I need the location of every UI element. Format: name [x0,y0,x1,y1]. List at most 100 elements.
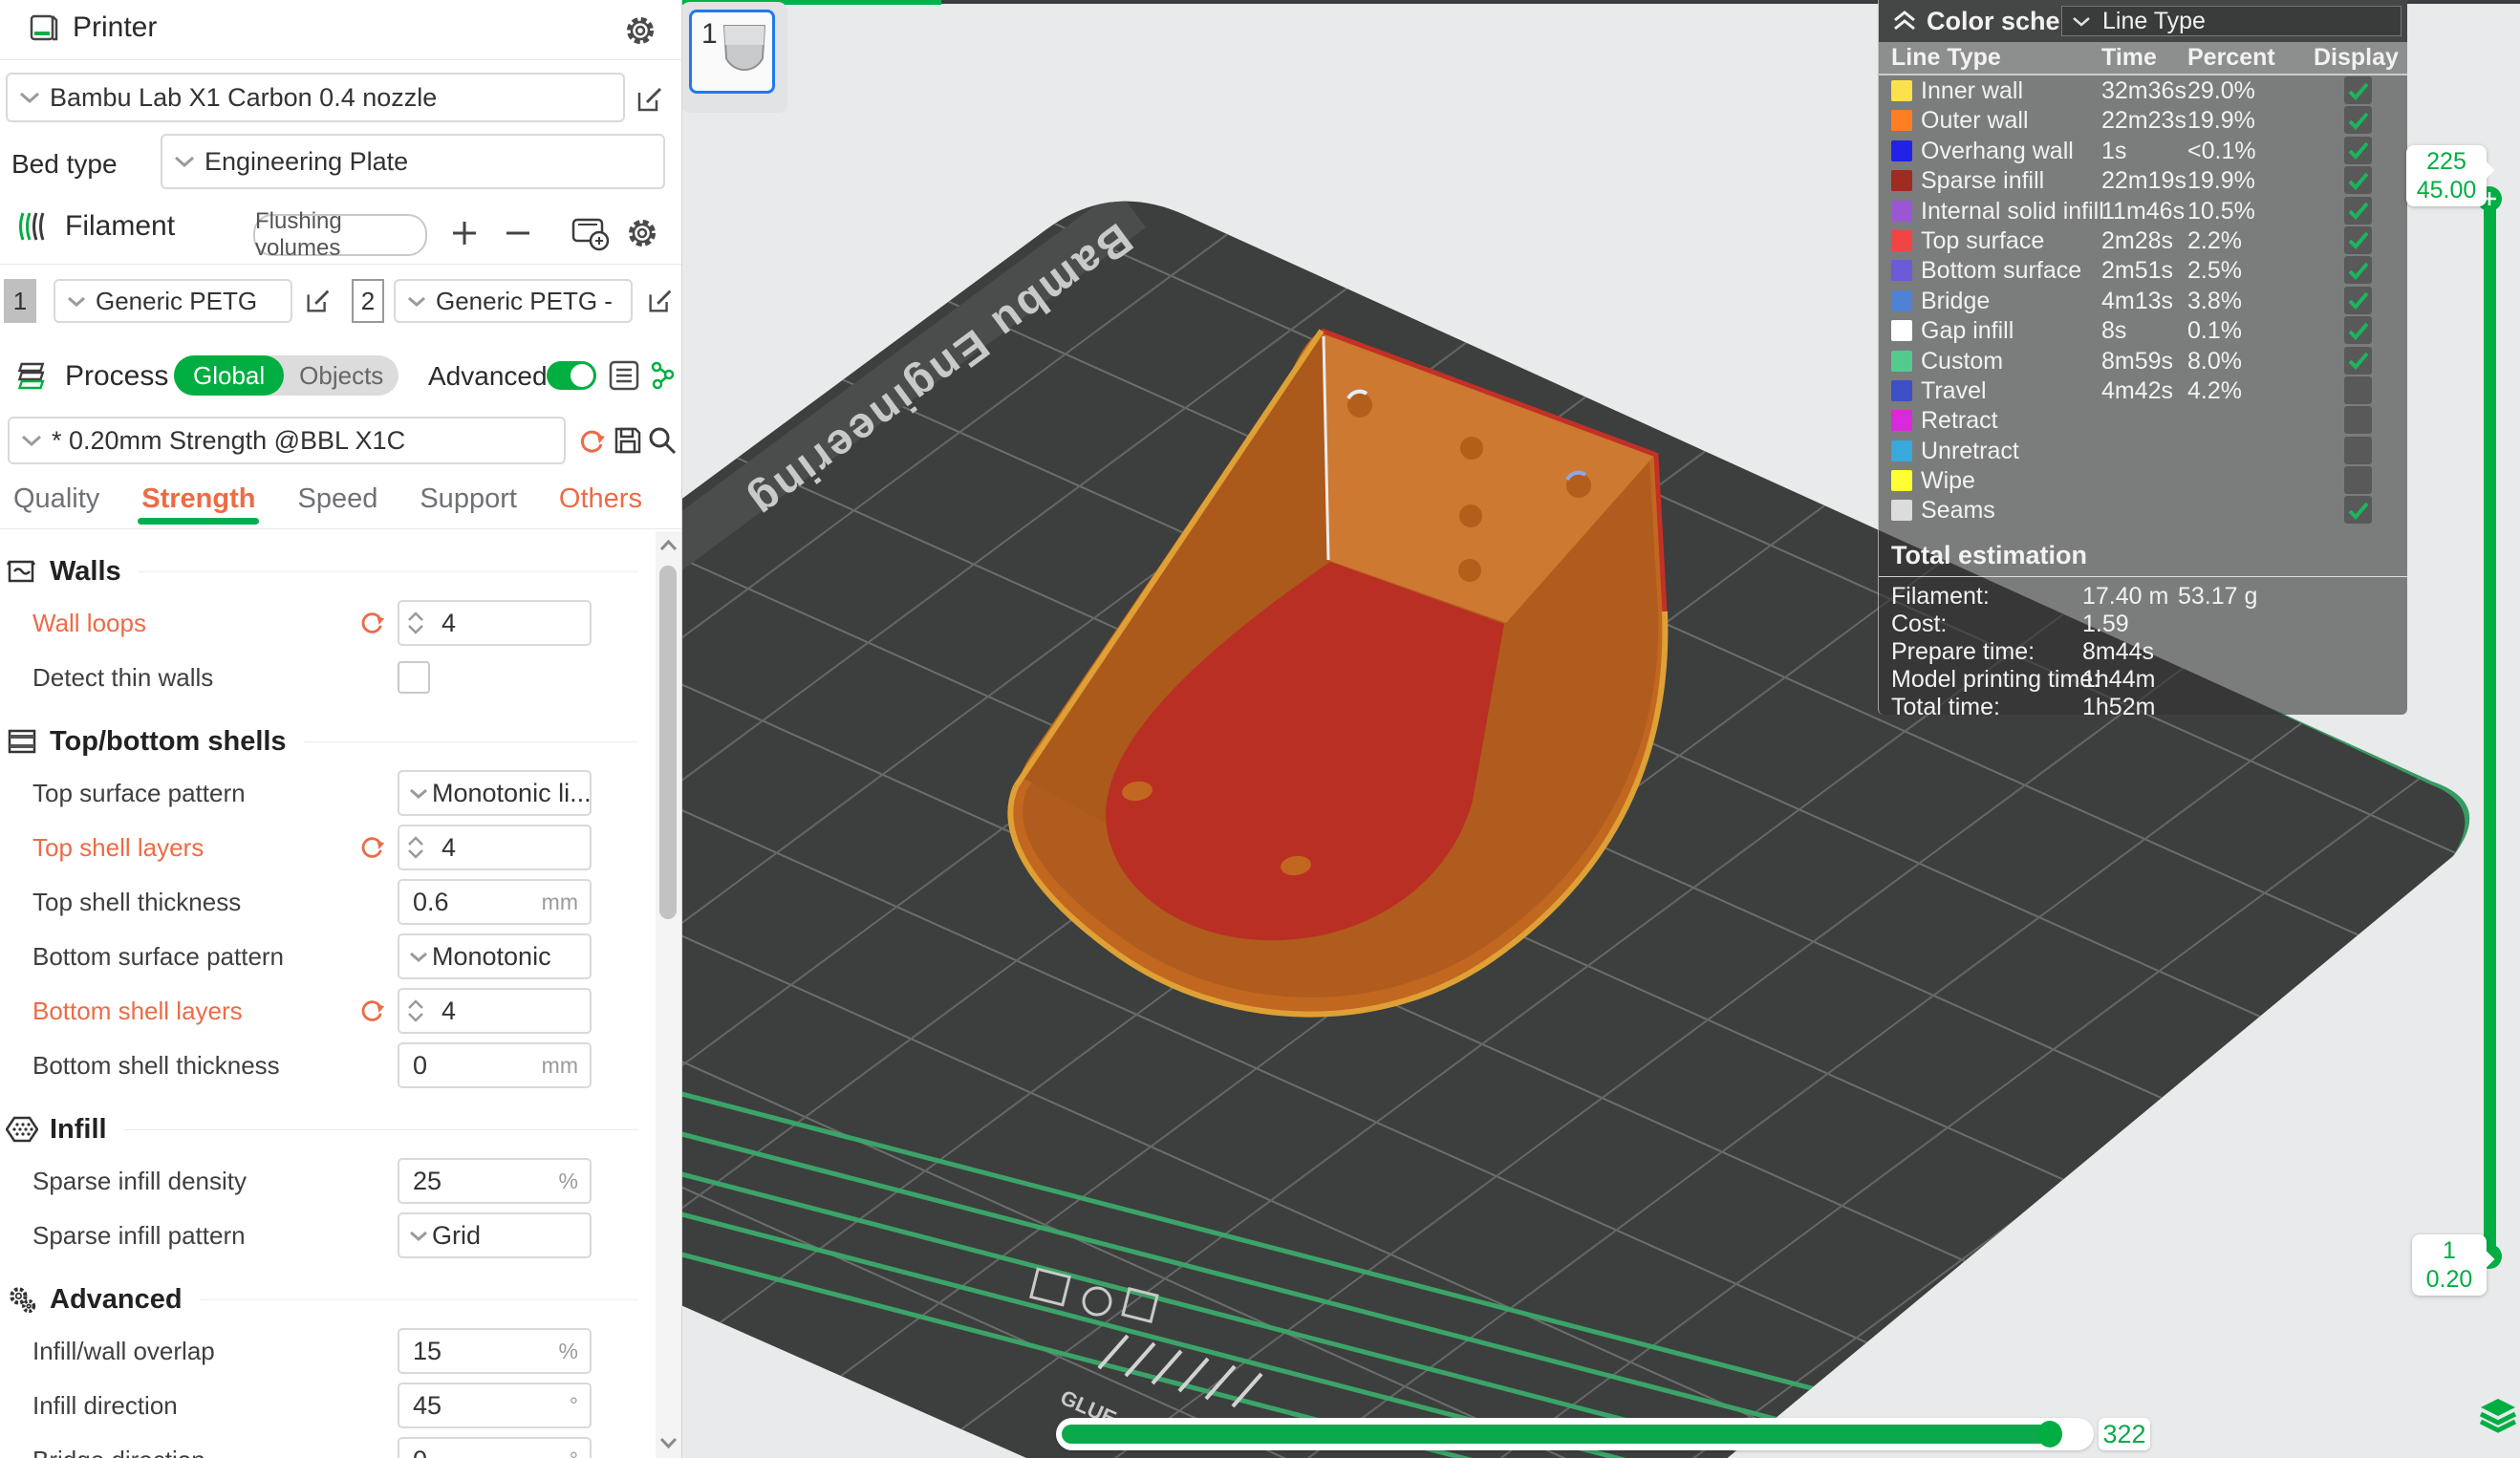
display-checkbox-retract[interactable] [2344,406,2372,434]
edit-filament-2-button[interactable] [642,283,678,319]
advanced-mode-toggle[interactable] [547,361,596,390]
setting-control-infill-wall-overlap[interactable]: 15% [398,1328,592,1374]
spinner-bottom-shell-layers[interactable]: 4 [398,988,592,1034]
select-sparse-infill-pattern[interactable]: Grid [398,1212,592,1258]
tab-strength[interactable]: Strength [141,483,255,523]
filament-1-badge[interactable]: 1 [4,279,36,323]
spinner-up-icon[interactable] [407,611,424,622]
scope-objects-option[interactable]: Objects [284,361,398,391]
compare-presets-button[interactable] [606,357,642,394]
display-checkbox-unretract[interactable] [2344,437,2372,464]
select-top-surface-pattern[interactable]: Monotonic li... [398,770,592,816]
flushing-volumes-button[interactable]: Flushing volumes [253,214,427,256]
setting-control-bottom-surface-pattern[interactable]: Monotonic [398,933,592,979]
collapse-icon[interactable] [1890,9,1919,33]
display-checkbox-internal-solid-infill[interactable] [2344,197,2372,225]
edit-printer-preset-button[interactable] [631,80,669,118]
spinner-up-icon[interactable] [407,999,424,1010]
setting-control-detect-thin-walls[interactable] [398,661,430,694]
save-preset-button[interactable] [612,424,644,457]
add-filament-button[interactable] [447,216,482,250]
display-checkbox-outer-wall[interactable] [2344,106,2372,134]
checkbox-detect-thin-walls[interactable] [398,661,430,694]
input-bottom-shell-thickness[interactable]: 0mm [398,1042,592,1088]
display-checkbox-seams[interactable] [2344,496,2372,524]
bed-type-select[interactable]: Engineering Plate [161,134,665,189]
remove-filament-button[interactable] [501,216,535,250]
reset-value-button[interactable] [357,608,386,641]
spinner-down-icon[interactable] [407,624,424,634]
display-checkbox-gap-infill[interactable] [2344,316,2372,344]
display-checkbox-top-surface[interactable] [2344,226,2372,254]
spinner-arrows[interactable] [407,611,424,634]
spinner-top-shell-layers[interactable]: 4 [398,825,592,870]
scrollbar-thumb[interactable] [659,566,677,919]
edit-filament-1-button[interactable] [300,283,336,319]
filament-2-number: 2 [361,287,375,316]
input-infill-wall-overlap[interactable]: 15% [398,1328,592,1374]
layer-slider-track[interactable] [2484,199,2496,1257]
settings-scrollbar[interactable] [656,531,681,1458]
display-checkbox-bridge[interactable] [2344,287,2372,314]
setting-control-sparse-infill-density[interactable]: 25% [398,1158,592,1204]
section-title: Walls [50,556,121,588]
setting-control-sparse-infill-pattern[interactable]: Grid [398,1212,592,1258]
display-checkbox-inner-wall[interactable] [2344,76,2372,104]
move-slider-handle[interactable] [2037,1421,2062,1447]
input-top-shell-thickness[interactable]: 0.6mm [398,879,592,925]
display-checkbox-wipe[interactable] [2344,466,2372,494]
setting-control-bridge-direction[interactable]: 0° [398,1437,592,1458]
filament-1-select[interactable]: Generic PETG [54,279,292,323]
undo-icon [357,832,386,861]
process-scope-toggle[interactable]: Global Objects [174,355,398,396]
reset-value-button[interactable] [357,996,386,1029]
reset-preset-button[interactable] [575,424,608,457]
display-checkbox-bottom-surface[interactable] [2344,256,2372,284]
setting-control-infill-direction[interactable]: 45° [398,1383,592,1428]
reset-value-button[interactable] [357,832,386,866]
select-bottom-surface-pattern[interactable]: Monotonic [398,933,592,979]
printer-preset-select[interactable]: Bambu Lab X1 Carbon 0.4 nozzle [6,73,625,122]
settings-scroll-area[interactable]: WallsWall loops4Detect thin wallsTop/bot… [0,531,656,1458]
filament-2-select[interactable]: Generic PETG - Ge... [394,279,633,323]
setting-control-top-shell-layers[interactable]: 4 [398,825,592,870]
display-checkbox-custom[interactable] [2344,347,2372,375]
display-checkbox-travel[interactable] [2344,376,2372,404]
scroll-up-icon[interactable] [656,535,681,558]
spinner-down-icon[interactable] [407,1012,424,1022]
spinner-arrows[interactable] [407,999,424,1022]
display-checkbox-sparse-infill[interactable] [2344,166,2372,194]
tab-quality[interactable]: Quality [13,483,99,523]
layers-icon[interactable] [2479,1397,2517,1435]
spinner-arrows[interactable] [407,836,424,859]
setting-control-top-shell-thickness[interactable]: 0.6mm [398,879,592,925]
tab-support[interactable]: Support [420,483,517,523]
check-icon [2347,80,2370,101]
tab-speed[interactable]: Speed [297,483,377,523]
printer-settings-button[interactable] [621,11,659,50]
display-checkbox-overhang-wall[interactable] [2344,137,2372,164]
setting-control-top-surface-pattern[interactable]: Monotonic li... [398,770,592,816]
setting-control-bottom-shell-layers[interactable]: 4 [398,988,592,1034]
search-settings-shortcut-button[interactable] [646,357,680,394]
scroll-down-icon[interactable] [656,1431,681,1454]
input-sparse-infill-density[interactable]: 25% [398,1158,592,1204]
plate-thumbnail-card[interactable]: 1 [680,2,787,113]
plate-thumbnail-selected-frame[interactable]: 1 [689,10,775,94]
color-scheme-select[interactable]: Line Type [2061,6,2402,36]
filament-settings-button[interactable] [623,214,661,252]
input-infill-direction[interactable]: 45° [398,1383,592,1428]
spinner-down-icon[interactable] [407,848,424,859]
scope-global-option[interactable]: Global [174,355,284,396]
spinner-wall-loops[interactable]: 4 [398,600,592,646]
setting-control-bottom-shell-thickness[interactable]: 0mm [398,1042,592,1088]
input-bridge-direction[interactable]: 0° [398,1437,592,1458]
search-settings-button[interactable] [646,424,678,457]
spinner-up-icon[interactable] [407,836,424,847]
tab-others[interactable]: Others [559,483,642,523]
process-preset-select[interactable]: * 0.20mm Strength @BBL X1C [8,417,566,464]
ams-sync-button[interactable] [570,212,612,254]
setting-control-wall-loops[interactable]: 4 [398,600,592,646]
filament-2-badge[interactable]: 2 [352,279,384,323]
move-slider-track[interactable] [1056,1418,2094,1450]
